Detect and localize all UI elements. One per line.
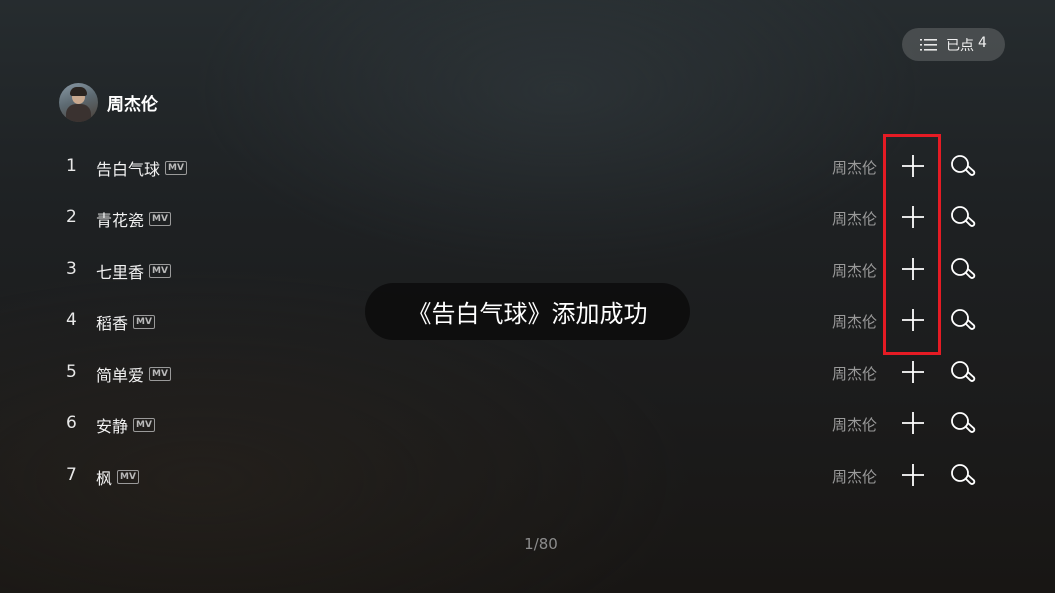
song-artist: 周杰伦	[832, 468, 878, 486]
song-index: 3	[66, 259, 77, 279]
plus-icon[interactable]	[899, 461, 927, 489]
page-indicator: 1/80	[524, 535, 558, 553]
song-title: 简单爱	[96, 366, 145, 385]
song-artist: 周杰伦	[832, 365, 878, 383]
list-icon	[920, 38, 938, 52]
song-row[interactable]: 7 枫 MV 周杰伦	[0, 455, 1055, 495]
toast-message: 《告白气球》添加成功	[407, 300, 648, 328]
plus-icon[interactable]	[899, 255, 927, 283]
song-title: 稻香	[96, 314, 129, 333]
singer-name: 周杰伦	[107, 94, 158, 115]
avatar	[59, 82, 98, 122]
mv-badge: MV	[133, 418, 155, 432]
search-icon[interactable]	[948, 409, 976, 437]
plus-icon[interactable]	[899, 203, 927, 231]
mv-badge: MV	[149, 264, 171, 278]
search-icon[interactable]	[948, 255, 976, 283]
song-row[interactable]: 5 简单爱 MV 周杰伦	[0, 352, 1055, 392]
song-row[interactable]: 2 青花瓷 MV 周杰伦	[0, 197, 1055, 237]
plus-icon[interactable]	[899, 358, 927, 386]
plus-icon[interactable]	[899, 152, 927, 180]
song-title: 告白气球	[96, 160, 161, 179]
toast: 《告白气球》添加成功	[365, 283, 690, 340]
song-row[interactable]: 1 告白气球 MV 周杰伦	[0, 146, 1055, 186]
search-icon[interactable]	[948, 306, 976, 334]
mv-badge: MV	[117, 470, 139, 484]
queue-button[interactable]: 已点 4	[902, 28, 1005, 61]
queue-label: 已点 4	[946, 35, 987, 55]
song-title: 七里香	[96, 263, 145, 282]
song-title: 安静	[96, 417, 129, 436]
mv-badge: MV	[133, 315, 155, 329]
song-artist: 周杰伦	[832, 159, 878, 177]
song-index: 4	[66, 310, 77, 330]
song-index: 5	[66, 362, 77, 382]
song-index: 7	[66, 465, 77, 485]
song-index: 1	[66, 156, 77, 176]
song-index: 6	[66, 413, 77, 433]
queue-count: 4	[978, 34, 987, 51]
singer-header: 周杰伦	[59, 82, 158, 122]
song-artist: 周杰伦	[832, 313, 878, 331]
search-icon[interactable]	[948, 461, 976, 489]
song-title: 枫	[96, 469, 113, 488]
search-icon[interactable]	[948, 203, 976, 231]
mv-badge: MV	[165, 161, 187, 175]
mv-badge: MV	[149, 367, 171, 381]
song-row[interactable]: 6 安静 MV 周杰伦	[0, 403, 1055, 443]
mv-badge: MV	[149, 212, 171, 226]
plus-icon[interactable]	[899, 409, 927, 437]
song-index: 2	[66, 207, 77, 227]
plus-icon[interactable]	[899, 306, 927, 334]
song-artist: 周杰伦	[832, 210, 878, 228]
search-icon[interactable]	[948, 358, 976, 386]
song-artist: 周杰伦	[832, 262, 878, 280]
song-title: 青花瓷	[96, 211, 145, 230]
queue-label-text: 已点	[946, 37, 975, 54]
search-icon[interactable]	[948, 152, 976, 180]
song-artist: 周杰伦	[832, 416, 878, 434]
